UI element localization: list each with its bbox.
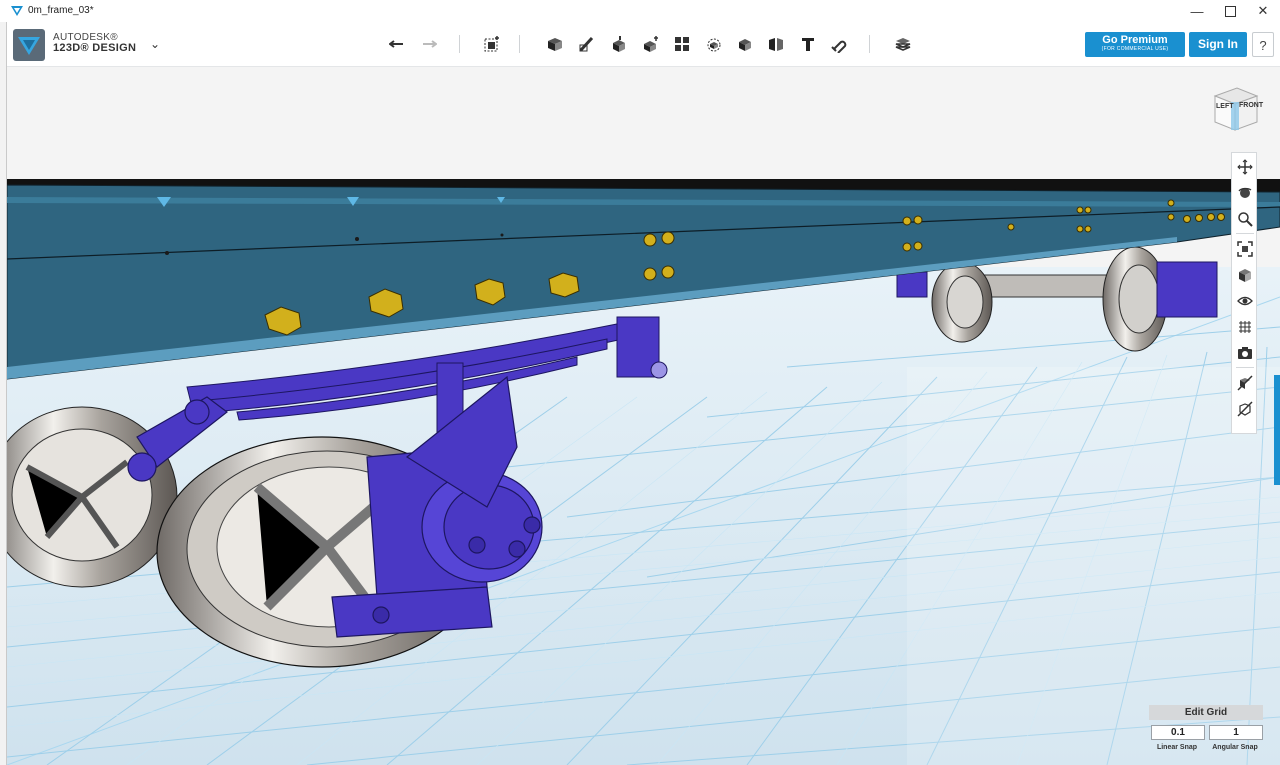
undo-icon [389,40,403,48]
app-brand: AUTODESK® 123D® DESIGN [53,32,136,54]
redo-button[interactable] [416,32,440,56]
fit-icon [1237,241,1253,257]
undo-button[interactable] [386,32,410,56]
sketch-icon [579,36,594,52]
linear-snap-label: Linear Snap [1156,744,1198,751]
view-cube-left-label: LEFT [1216,103,1234,110]
fit-button[interactable] [1235,239,1255,259]
sketch-button[interactable] [575,32,599,56]
measure-icon [769,38,783,51]
pattern-button[interactable] [670,32,694,56]
3d-viewport[interactable]: LEFT FRONT Edit Grid 0.1 1 Linear Snap A… [7,67,1280,765]
camera-icon [1238,347,1252,359]
angular-snap-label: Angular Snap [1212,744,1258,751]
text-icon [802,38,814,51]
combine-icon [739,39,751,51]
close-button[interactable]: ✕ [1246,0,1280,22]
material-icon [895,38,911,51]
minimize-icon: — [1190,3,1204,19]
zoom-icon [1238,212,1253,227]
transform-icon [484,36,499,52]
modify-button[interactable] [639,32,663,56]
snap-icon [831,40,847,53]
toolbar-divider [459,35,460,53]
views-button[interactable] [1235,265,1255,285]
grid-icon [1239,321,1251,333]
pan-button[interactable] [1235,157,1255,177]
toolbar-divider [869,35,870,53]
pattern-icon [675,37,689,51]
main-toolbar: AUTODESK® 123D® DESIGN ⌄ Go Premium (FOR… [7,22,1280,67]
orbit-icon [1238,187,1252,198]
go-premium-label: Go Premium [1102,34,1168,46]
construct-icon [613,36,625,52]
pan-icon [1237,159,1253,175]
outlines-off-button[interactable] [1235,399,1255,419]
primitives-icon [548,38,562,51]
toolbar-divider [519,35,520,53]
view-cube-icon [1239,269,1251,282]
orbit-button[interactable] [1235,183,1255,203]
sign-in-button[interactable]: Sign In [1189,32,1247,57]
screenshot-button[interactable] [1235,343,1255,363]
app-menu-logo-icon[interactable] [13,29,45,61]
window-titlebar: 0m_frame_03* — ✕ [0,0,1280,22]
close-icon: ✕ [1257,3,1269,18]
construct-button[interactable] [607,32,631,56]
zoom-button[interactable] [1235,209,1255,229]
maximize-button[interactable] [1213,0,1247,22]
redo-icon [423,40,437,48]
minimize-button[interactable]: — [1180,0,1214,22]
go-premium-sublabel: (FOR COMMERCIAL USE) [1101,46,1169,52]
grid-visibility-button[interactable] [1235,317,1255,337]
material-button[interactable] [891,32,915,56]
brand-line2: 123D® DESIGN [53,42,137,54]
window-title: 0m_frame_03* [28,5,94,16]
help-button[interactable]: ? [1252,32,1274,57]
measure-button[interactable] [764,32,788,56]
transform-button[interactable] [479,32,503,56]
visibility-button[interactable] [1235,291,1255,311]
view-cube-icon[interactable] [1207,84,1263,136]
left-window-edge [0,22,7,765]
go-premium-button[interactable]: Go Premium (FOR COMMERCIAL USE) [1085,32,1185,57]
linear-snap-input[interactable]: 0.1 [1151,725,1205,740]
side-panel-toggle[interactable] [1274,375,1280,485]
snap-button[interactable] [827,32,851,56]
view-cube-front-label: FRONT [1239,102,1264,109]
3d-scene [7,67,1280,765]
edit-grid-button[interactable]: Edit Grid [1149,705,1263,720]
eye-icon [1237,296,1253,306]
maximize-icon [1224,5,1236,17]
navbar-divider [1236,233,1254,234]
grouping-icon [707,38,721,52]
edit-grid-panel: Edit Grid 0.1 1 Linear Snap Angular Snap [1149,705,1263,761]
navigation-bar [1231,152,1257,434]
text-button[interactable] [796,32,820,56]
combine-button[interactable] [733,32,757,56]
materials-off-icon [1237,375,1253,391]
chevron-down-icon[interactable]: ⌄ [150,37,160,51]
modify-icon [644,36,658,52]
grouping-button[interactable] [702,32,726,56]
primitives-button[interactable] [543,32,567,56]
angular-snap-input[interactable]: 1 [1209,725,1263,740]
materials-off-button[interactable] [1235,373,1255,393]
app-logo-icon [11,6,23,16]
outlines-off-icon [1237,401,1253,417]
navbar-divider [1236,367,1254,368]
